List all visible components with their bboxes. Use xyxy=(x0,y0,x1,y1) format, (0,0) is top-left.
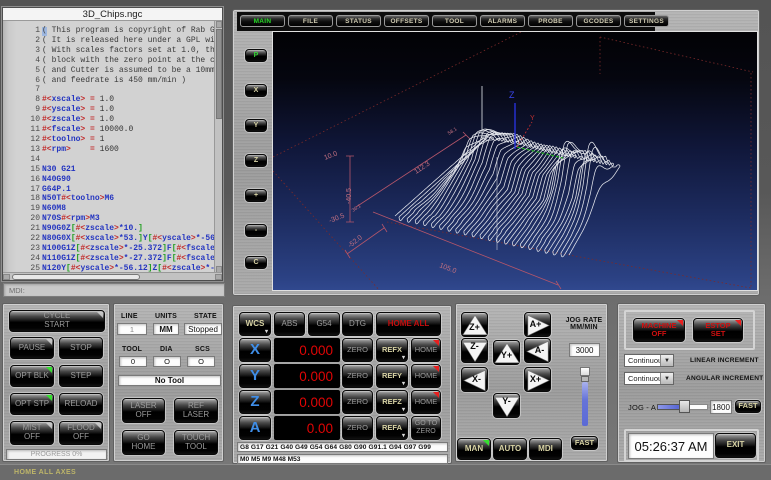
svg-text:-52.0: -52.0 xyxy=(347,234,364,249)
svg-text:10.0: 10.0 xyxy=(323,150,338,161)
svg-text:105.0: 105.0 xyxy=(438,262,457,275)
svg-text:-40.5: -40.5 xyxy=(346,188,353,204)
svg-text:58.1: 58.1 xyxy=(447,126,459,136)
svg-text:112.3: 112.3 xyxy=(413,160,431,175)
svg-text:Y: Y xyxy=(530,115,535,122)
svg-text:Z: Z xyxy=(509,90,515,100)
svg-text:-30.5: -30.5 xyxy=(328,213,346,225)
